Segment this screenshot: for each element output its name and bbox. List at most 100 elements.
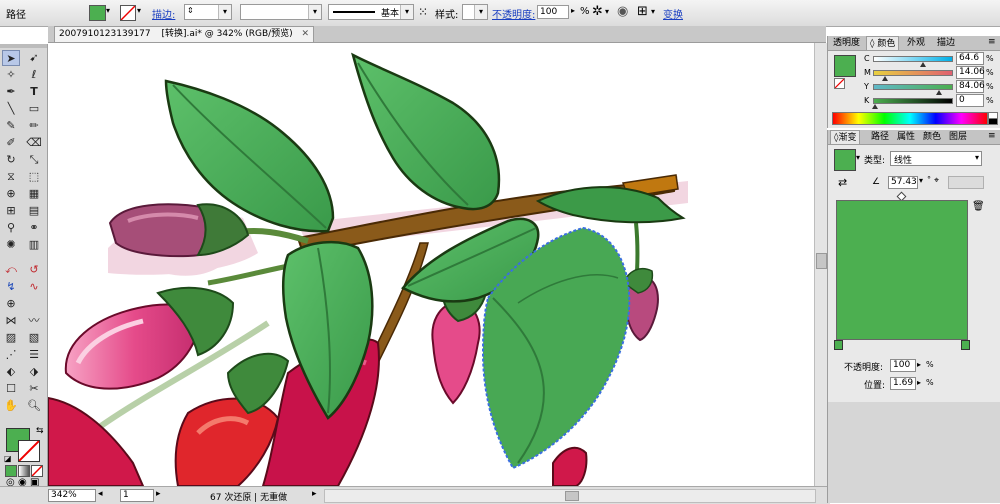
- wave-tool-icon[interactable]: 〰: [25, 313, 43, 329]
- panel-menu-icon[interactable]: ≡: [988, 37, 996, 47]
- scroll-thumb[interactable]: [816, 253, 827, 269]
- next-artboard-icon[interactable]: ▸: [156, 489, 161, 499]
- stroke-color-box[interactable]: [18, 440, 40, 462]
- hand-tool-icon[interactable]: ✋: [2, 398, 20, 414]
- artboard-tool-icon[interactable]: ☐: [2, 381, 20, 397]
- tab-appearance[interactable]: 外观: [904, 36, 928, 50]
- chevron-down-icon[interactable]: ▾: [605, 7, 609, 16]
- stroke-panel-link[interactable]: 描边:: [152, 6, 175, 21]
- stop-opacity-input[interactable]: 100: [890, 359, 916, 372]
- swap-fill-stroke-icon[interactable]: ⇆: [36, 426, 44, 436]
- tab-pathfinder[interactable]: 路径: [868, 130, 892, 144]
- chevron-down-icon[interactable]: ▾: [651, 7, 655, 16]
- twirl-tool-icon[interactable]: ↺: [25, 262, 43, 278]
- options-grid-icon[interactable]: ⁙: [418, 5, 428, 19]
- reverse-gradient-icon[interactable]: ⇄: [838, 176, 847, 189]
- live-paint-tool-icon[interactable]: ⬖: [2, 364, 20, 380]
- chevron-down-icon[interactable]: ▾: [856, 153, 860, 162]
- yellow-input[interactable]: 84.06: [956, 80, 985, 93]
- black-slider[interactable]: [873, 98, 953, 104]
- artboard-select[interactable]: 1: [120, 489, 154, 502]
- status-menu-icon[interactable]: ▸: [312, 489, 317, 499]
- artboard-canvas[interactable]: [48, 43, 814, 486]
- gradient-mode-icon[interactable]: [18, 465, 30, 477]
- tab-gradient[interactable]: ◊渐变: [830, 130, 861, 144]
- shape-builder-tool-icon[interactable]: ⊕: [2, 186, 20, 202]
- scatter-tool-icon[interactable]: ⋰: [2, 347, 20, 363]
- chevron-right-icon[interactable]: ▸: [917, 360, 921, 369]
- gradient-ramp[interactable]: [836, 200, 968, 340]
- gradient-tool-icon[interactable]: ▤: [25, 203, 43, 219]
- vertical-scrollbar[interactable]: [814, 43, 827, 486]
- chevron-down-icon[interactable]: ▾: [919, 176, 923, 185]
- crosshair-tool-icon[interactable]: ⊕: [2, 296, 20, 312]
- free-transform-tool-icon[interactable]: ⬚: [25, 169, 43, 185]
- envelope-tool-icon[interactable]: ⋈: [2, 313, 20, 329]
- chevron-right-icon[interactable]: ▸: [917, 378, 921, 387]
- eraser-tool-icon[interactable]: ⌫: [25, 135, 43, 151]
- slider-thumb[interactable]: [920, 62, 926, 67]
- tab-layers[interactable]: 图层: [946, 130, 970, 144]
- stroke-none-swatch[interactable]: [120, 5, 136, 21]
- slice-tool-icon[interactable]: ▨: [2, 330, 20, 346]
- chevron-right-icon[interactable]: ▸: [571, 6, 575, 15]
- tab-color-guide[interactable]: 颜色: [920, 130, 944, 144]
- mesh-tool-icon[interactable]: ⊞: [2, 203, 20, 219]
- angle-input[interactable]: 57.43: [888, 176, 918, 189]
- lasso-tool-icon[interactable]: ℓ: [25, 67, 43, 83]
- stepper-icon[interactable]: ⇕: [187, 6, 194, 15]
- stroke-weight-select[interactable]: ⇕ ▾: [184, 4, 232, 20]
- eyedropper-tool-icon[interactable]: ⚲: [2, 220, 20, 236]
- graphic-style-select[interactable]: ▾: [462, 4, 488, 20]
- width-tool-icon[interactable]: ⧖: [2, 169, 20, 185]
- gradient-type-select[interactable]: 线性 ▾: [890, 151, 982, 166]
- panel-grip[interactable]: [0, 44, 47, 48]
- gradient-stop-left[interactable]: [834, 340, 843, 350]
- fill-dropdown-arrow-icon[interactable]: ▾: [106, 6, 110, 15]
- black-swatch[interactable]: [988, 118, 998, 125]
- slider-thumb[interactable]: [872, 104, 878, 109]
- line-tool-icon[interactable]: ╲: [2, 101, 20, 117]
- wrinkle-tool-icon[interactable]: ∿: [25, 279, 43, 295]
- panel-menu-icon[interactable]: ≡: [988, 131, 996, 141]
- magenta-input[interactable]: 14.06: [956, 66, 985, 79]
- cyan-input[interactable]: 64.6: [956, 52, 984, 65]
- list-tool-icon[interactable]: ☰: [25, 347, 43, 363]
- column-graph-tool-icon[interactable]: ▥: [25, 237, 43, 253]
- paintbrush-tool-icon[interactable]: ✎: [2, 118, 20, 134]
- type-tool-icon[interactable]: T: [25, 84, 43, 100]
- fill-swatch[interactable]: [89, 5, 106, 21]
- stroke-dropdown-arrow-icon[interactable]: ▾: [137, 6, 141, 15]
- rotate-tool-icon[interactable]: ↻: [2, 152, 20, 168]
- none-mode-icon[interactable]: [31, 465, 43, 477]
- tab-color[interactable]: ◊ 颜色: [866, 36, 900, 50]
- live-paint-select-tool-icon[interactable]: ⬗: [25, 364, 43, 380]
- blob-brush-tool-icon[interactable]: ✐: [2, 135, 20, 151]
- knife-tool-icon[interactable]: ✂: [25, 381, 43, 397]
- direct-selection-tool-icon[interactable]: ➹: [25, 50, 43, 66]
- rectangle-tool-icon[interactable]: ▭: [25, 101, 43, 117]
- perspective-grid-tool-icon[interactable]: ▦: [25, 186, 43, 202]
- document-tab[interactable]: 2007910123139177 [转换].ai* @ 342% (RGB/预览…: [54, 26, 315, 42]
- zoom-select[interactable]: 342%: [48, 489, 96, 502]
- tab-transparency[interactable]: 透明度: [830, 36, 863, 50]
- stop-location-input[interactable]: 1.69: [890, 377, 916, 390]
- symbol-sprayer-tool-icon[interactable]: ✺: [2, 237, 20, 253]
- opacity-input[interactable]: 100: [537, 5, 569, 19]
- anchor-convert-tool-icon[interactable]: ↯: [2, 279, 20, 295]
- delete-stop-icon[interactable]: 🗑︎: [972, 201, 985, 212]
- variable-width-select[interactable]: ▾: [240, 4, 322, 20]
- transform-panel-link[interactable]: 变换: [663, 6, 683, 21]
- previous-artboard-icon[interactable]: ◂: [98, 489, 103, 499]
- scale-tool-icon[interactable]: ⤡: [25, 152, 43, 168]
- slider-thumb[interactable]: [882, 76, 888, 81]
- opacity-panel-link[interactable]: 不透明度:: [492, 6, 535, 21]
- cyan-slider[interactable]: [873, 56, 953, 62]
- zoom-tool-icon[interactable]: 🔍︎: [25, 398, 43, 414]
- black-input[interactable]: 0: [956, 94, 984, 107]
- blend-tool-icon[interactable]: ⚭: [25, 220, 43, 236]
- pencil-tool-icon[interactable]: ✏: [25, 118, 43, 134]
- gradient-preview-swatch[interactable]: [834, 149, 856, 171]
- align-grid-icon[interactable]: ⊞: [637, 4, 648, 19]
- none-swatch[interactable]: [834, 78, 845, 89]
